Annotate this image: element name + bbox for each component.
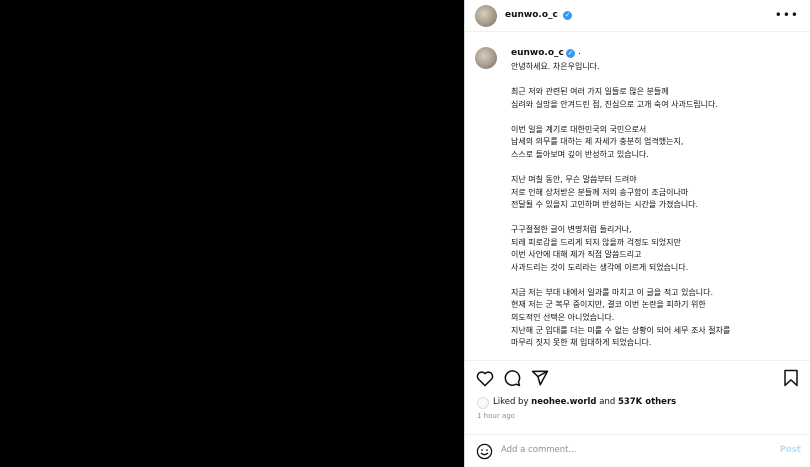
- caption-area: eunwo.o_c ✓ . 안녕하세요. 차은우입니다. 최근 저와 관련된 여러…: [465, 33, 810, 359]
- caption-avatar[interactable]: [475, 47, 497, 69]
- heart-icon[interactable]: [476, 370, 494, 387]
- emoji-icon[interactable]: [476, 443, 493, 460]
- caption-line: 안녕하세요. 차은우입니다.: [511, 62, 600, 71]
- caption-line: 구구절절한 글이 변명처럼 들리거나,: [511, 225, 632, 235]
- action-bar: [465, 360, 810, 400]
- caption-line: 이번 일을 계기로 대한민국의 국민으로서: [511, 124, 647, 134]
- share-icon[interactable]: [531, 369, 549, 387]
- caption-username[interactable]: eunwo.o_c: [511, 48, 564, 58]
- verified-badge-icon: ✓: [563, 11, 572, 20]
- comment-bar: Add a comment... Post: [465, 434, 810, 467]
- caption-line: 전달될 수 있을지 고민하며 반성하는 시간을 가졌습니다.: [511, 200, 699, 210]
- caption-line: 지난 며칠 동안, 무슨 말씀부터 드려야: [511, 174, 637, 184]
- caption-line: 스스로 돌아보며 깊이 반성하고 있습니다.: [511, 149, 649, 159]
- post-timestamp[interactable]: 1 hour ago: [477, 412, 515, 420]
- post-comment-button[interactable]: Post: [780, 445, 801, 455]
- comment-input[interactable]: Add a comment...: [501, 445, 577, 455]
- more-icon[interactable]: •••: [775, 8, 799, 22]
- post-header: eunwo.o_c ✓ •••: [465, 0, 810, 32]
- header-username[interactable]: eunwo.o_c: [505, 10, 558, 20]
- screen: eunwo.o_c ✓ ••• eunwo.o_c ✓ . 안녕하세요. 차은우…: [0, 0, 810, 467]
- caption-line: 심려와 실망을 안겨드린 점, 진심으로 고개 숙여 사과드립니다.: [511, 99, 718, 109]
- likes-text: Liked by neohee.world and 537K others: [493, 397, 676, 407]
- liker-username[interactable]: neohee.world: [531, 397, 596, 407]
- caption-suffix: .: [578, 47, 581, 57]
- caption-line: 지난해 군 입대를 더는 미룰 수 없는 상황이 되어 세무 조사 절차를: [511, 325, 731, 335]
- likes-prefix: Liked by: [493, 397, 532, 407]
- caption-line: 지금 저는 부대 내에서 일과를 마치고 이 글을 적고 있습니다.: [511, 287, 714, 297]
- caption-line: 이번 사안에 대해 제가 직접 말씀드리고: [511, 250, 642, 260]
- caption-line: 의도적인 선택은 아니었습니다.: [511, 313, 615, 322]
- caption-line: 저로 인해 상처받은 분들께 저의 송구함이 조금이나마: [511, 187, 689, 197]
- likes-middle: and: [596, 397, 618, 407]
- likes-count[interactable]: 537K others: [618, 397, 676, 407]
- caption-line: 마무리 짓지 못한 채 입대하게 되었습니다.: [511, 338, 652, 348]
- caption-line: 최근 저와 관련된 여러 가지 일들로 많은 분들께: [511, 87, 669, 97]
- caption-line: 현재 저는 군 복무 중이지만, 결코 이번 논란을 피하기 위한: [511, 300, 706, 310]
- post-panel: eunwo.o_c ✓ ••• eunwo.o_c ✓ . 안녕하세요. 차은우…: [464, 0, 810, 467]
- avatar[interactable]: [475, 5, 497, 27]
- comment-icon[interactable]: [503, 369, 521, 387]
- liker-avatar[interactable]: [477, 397, 489, 409]
- caption-line: 사과드리는 것이 도리라는 생각에 이르게 되었습니다.: [511, 262, 689, 272]
- bookmark-icon[interactable]: [783, 369, 799, 387]
- verified-badge-icon: ✓: [566, 49, 575, 58]
- likes-row: Liked by neohee.world and 537K others: [465, 396, 810, 410]
- caption-line: 되레 피로감을 드리게 되지 않을까 걱정도 되었지만: [511, 237, 681, 247]
- caption-line: 납세의 의무를 대하는 제 자세가 충분히 엄격했는지,: [511, 137, 684, 147]
